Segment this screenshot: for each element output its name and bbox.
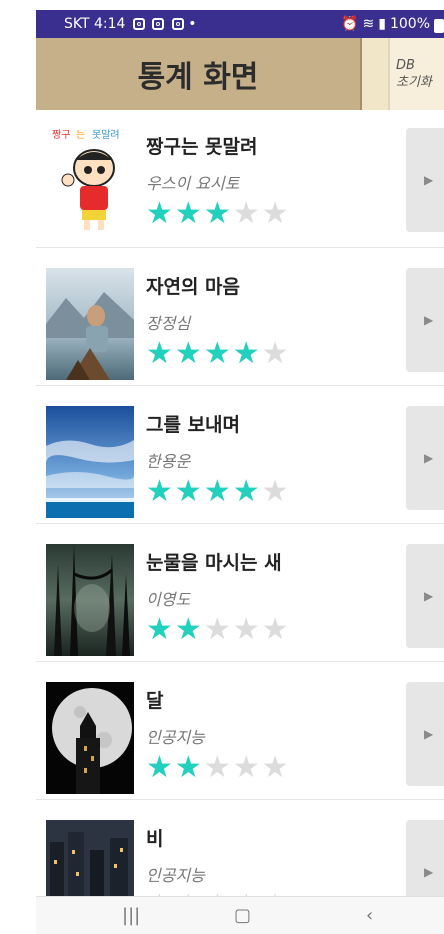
item-title: 눈물을 마시는 새 — [146, 552, 282, 574]
signal-icon: ▮ — [378, 16, 386, 32]
star-filled-icon: ★ — [232, 474, 260, 509]
item-title: 그를 보내며 — [146, 414, 241, 436]
battery-icon — [434, 19, 444, 33]
app-header: 통계 화면 DB 초기화 — [36, 38, 444, 110]
star-filled-icon: ★ — [203, 336, 231, 371]
stats-list: 짱구 는 못말려 짱구는 못말려 우스이 요시토 ★ ★ ★ ★ ★ ▶ 자연의… — [36, 110, 444, 896]
play-icon: ▶ — [424, 173, 434, 187]
item-title: 짱구는 못말려 — [146, 136, 258, 158]
status-left: SKT 4:14 • — [64, 16, 197, 32]
list-item[interactable]: 자연의 마음 장정심 ★ ★ ★ ★ ★ ▶ — [36, 248, 444, 386]
db-reset-button[interactable]: DB 초기화 — [388, 38, 444, 110]
phone-screen: SKT 4:14 • ⏰ ≋ ▮ 100% 통계 화면 DB 초기화 짱구 는 … — [36, 10, 444, 934]
play-button[interactable]: ▶ — [406, 544, 444, 648]
svg-text:짱구: 짱구 — [52, 129, 70, 141]
play-icon: ▶ — [424, 589, 434, 603]
page-title: 통계 화면 — [36, 38, 362, 110]
svg-text:못말려: 못말려 — [92, 129, 120, 141]
thumbnail-sky-sea — [46, 406, 134, 518]
play-button[interactable]: ▶ — [406, 820, 444, 896]
star-empty-icon: ★ — [261, 196, 289, 231]
item-title: 비 — [146, 828, 164, 850]
star-filled-icon: ★ — [232, 336, 260, 371]
play-button[interactable]: ▶ — [406, 406, 444, 510]
star-empty-icon: ★ — [232, 196, 260, 231]
play-icon: ▶ — [424, 313, 434, 327]
svg-text:는: 는 — [76, 129, 85, 141]
star-filled-icon: ★ — [174, 196, 202, 231]
notification-icon — [132, 18, 145, 30]
item-author: 우스이 요시토 — [146, 174, 240, 193]
rating-stars: ★★★★★ — [146, 614, 289, 646]
list-item[interactable]: 그를 보내며 한용운 ★ ★ ★ ★ ★ ▶ — [36, 386, 444, 524]
list-item[interactable]: 비 인공지능 ★★★★★ ▶ — [36, 800, 444, 896]
item-title: 달 — [146, 690, 164, 712]
star-empty-icon: ★ — [203, 612, 231, 647]
db-reset-line2: 초기화 — [396, 75, 432, 90]
item-author: 장정심 — [146, 314, 191, 333]
play-button[interactable]: ▶ — [406, 268, 444, 372]
play-button[interactable]: ▶ — [406, 682, 444, 786]
item-author: 인공지능 — [146, 866, 205, 885]
rating-stars: ★★★★★ — [146, 476, 289, 508]
notification-icon — [152, 18, 165, 30]
carrier-time: SKT 4:14 — [64, 16, 126, 32]
star-empty-icon: ★ — [232, 750, 260, 785]
more-notifications-dot-icon: • — [188, 16, 197, 32]
star-filled-icon: ★ — [203, 196, 231, 231]
item-title: 자연의 마음 — [146, 276, 241, 298]
status-right: ⏰ ≋ ▮ 100% — [341, 16, 444, 33]
star-empty-icon: ★ — [261, 474, 289, 509]
star-filled-icon: ★ — [174, 612, 202, 647]
play-icon: ▶ — [424, 865, 434, 879]
alarm-icon: ⏰ — [341, 16, 359, 32]
back-icon[interactable]: ‹ — [366, 905, 373, 926]
star-empty-icon: ★ — [203, 750, 231, 785]
home-icon[interactable]: ▢ — [234, 905, 251, 926]
star-filled-icon: ★ — [174, 750, 202, 785]
recents-icon[interactable]: ||| — [122, 905, 140, 926]
play-button[interactable]: ▶ — [406, 128, 444, 232]
db-reset-line1: DB — [396, 58, 415, 73]
star-empty-icon: ★ — [261, 750, 289, 785]
item-author: 한용운 — [146, 452, 191, 471]
play-icon: ▶ — [424, 451, 434, 465]
star-filled-icon: ★ — [146, 196, 173, 231]
item-author: 이영도 — [146, 590, 191, 609]
star-empty-icon: ★ — [261, 612, 289, 647]
battery-percent: 100% — [389, 16, 430, 32]
thumbnail-lake-boat — [46, 268, 134, 380]
star-filled-icon: ★ — [146, 750, 173, 785]
system-nav-bar: ||| ▢ ‹ — [36, 896, 444, 934]
star-filled-icon: ★ — [146, 612, 173, 647]
star-filled-icon: ★ — [174, 474, 202, 509]
list-item[interactable]: 달 인공지능 ★ ★ ★ ★ ★ ▶ — [36, 662, 444, 800]
list-item[interactable]: 짱구 는 못말려 짱구는 못말려 우스이 요시토 ★ ★ ★ ★ ★ ▶ — [36, 110, 444, 248]
play-icon: ▶ — [424, 727, 434, 741]
star-filled-icon: ★ — [174, 336, 202, 371]
thumbnail-rainy-city — [46, 820, 134, 896]
star-filled-icon: ★ — [146, 336, 173, 371]
star-filled-icon: ★ — [203, 474, 231, 509]
wifi-icon: ≋ — [362, 16, 375, 32]
thumbnail-crayon-shinchan: 짱구 는 못말려 — [46, 124, 134, 236]
item-author: 인공지능 — [146, 728, 205, 747]
star-empty-icon: ★ — [261, 336, 289, 371]
star-empty-icon: ★ — [232, 612, 260, 647]
rating-stars: ★★★★★ — [146, 752, 289, 784]
star-filled-icon: ★ — [146, 474, 173, 509]
status-bar: SKT 4:14 • ⏰ ≋ ▮ 100% — [36, 10, 444, 38]
thumbnail-dark-forest — [46, 544, 134, 656]
notification-icon — [171, 18, 184, 30]
thumbnail-moon-tower — [46, 682, 134, 794]
rating-stars: ★★★★★ — [146, 198, 289, 230]
rating-stars: ★★★★★ — [146, 338, 289, 370]
list-item[interactable]: 눈물을 마시는 새 이영도 ★ ★ ★ ★ ★ ▶ — [36, 524, 444, 662]
